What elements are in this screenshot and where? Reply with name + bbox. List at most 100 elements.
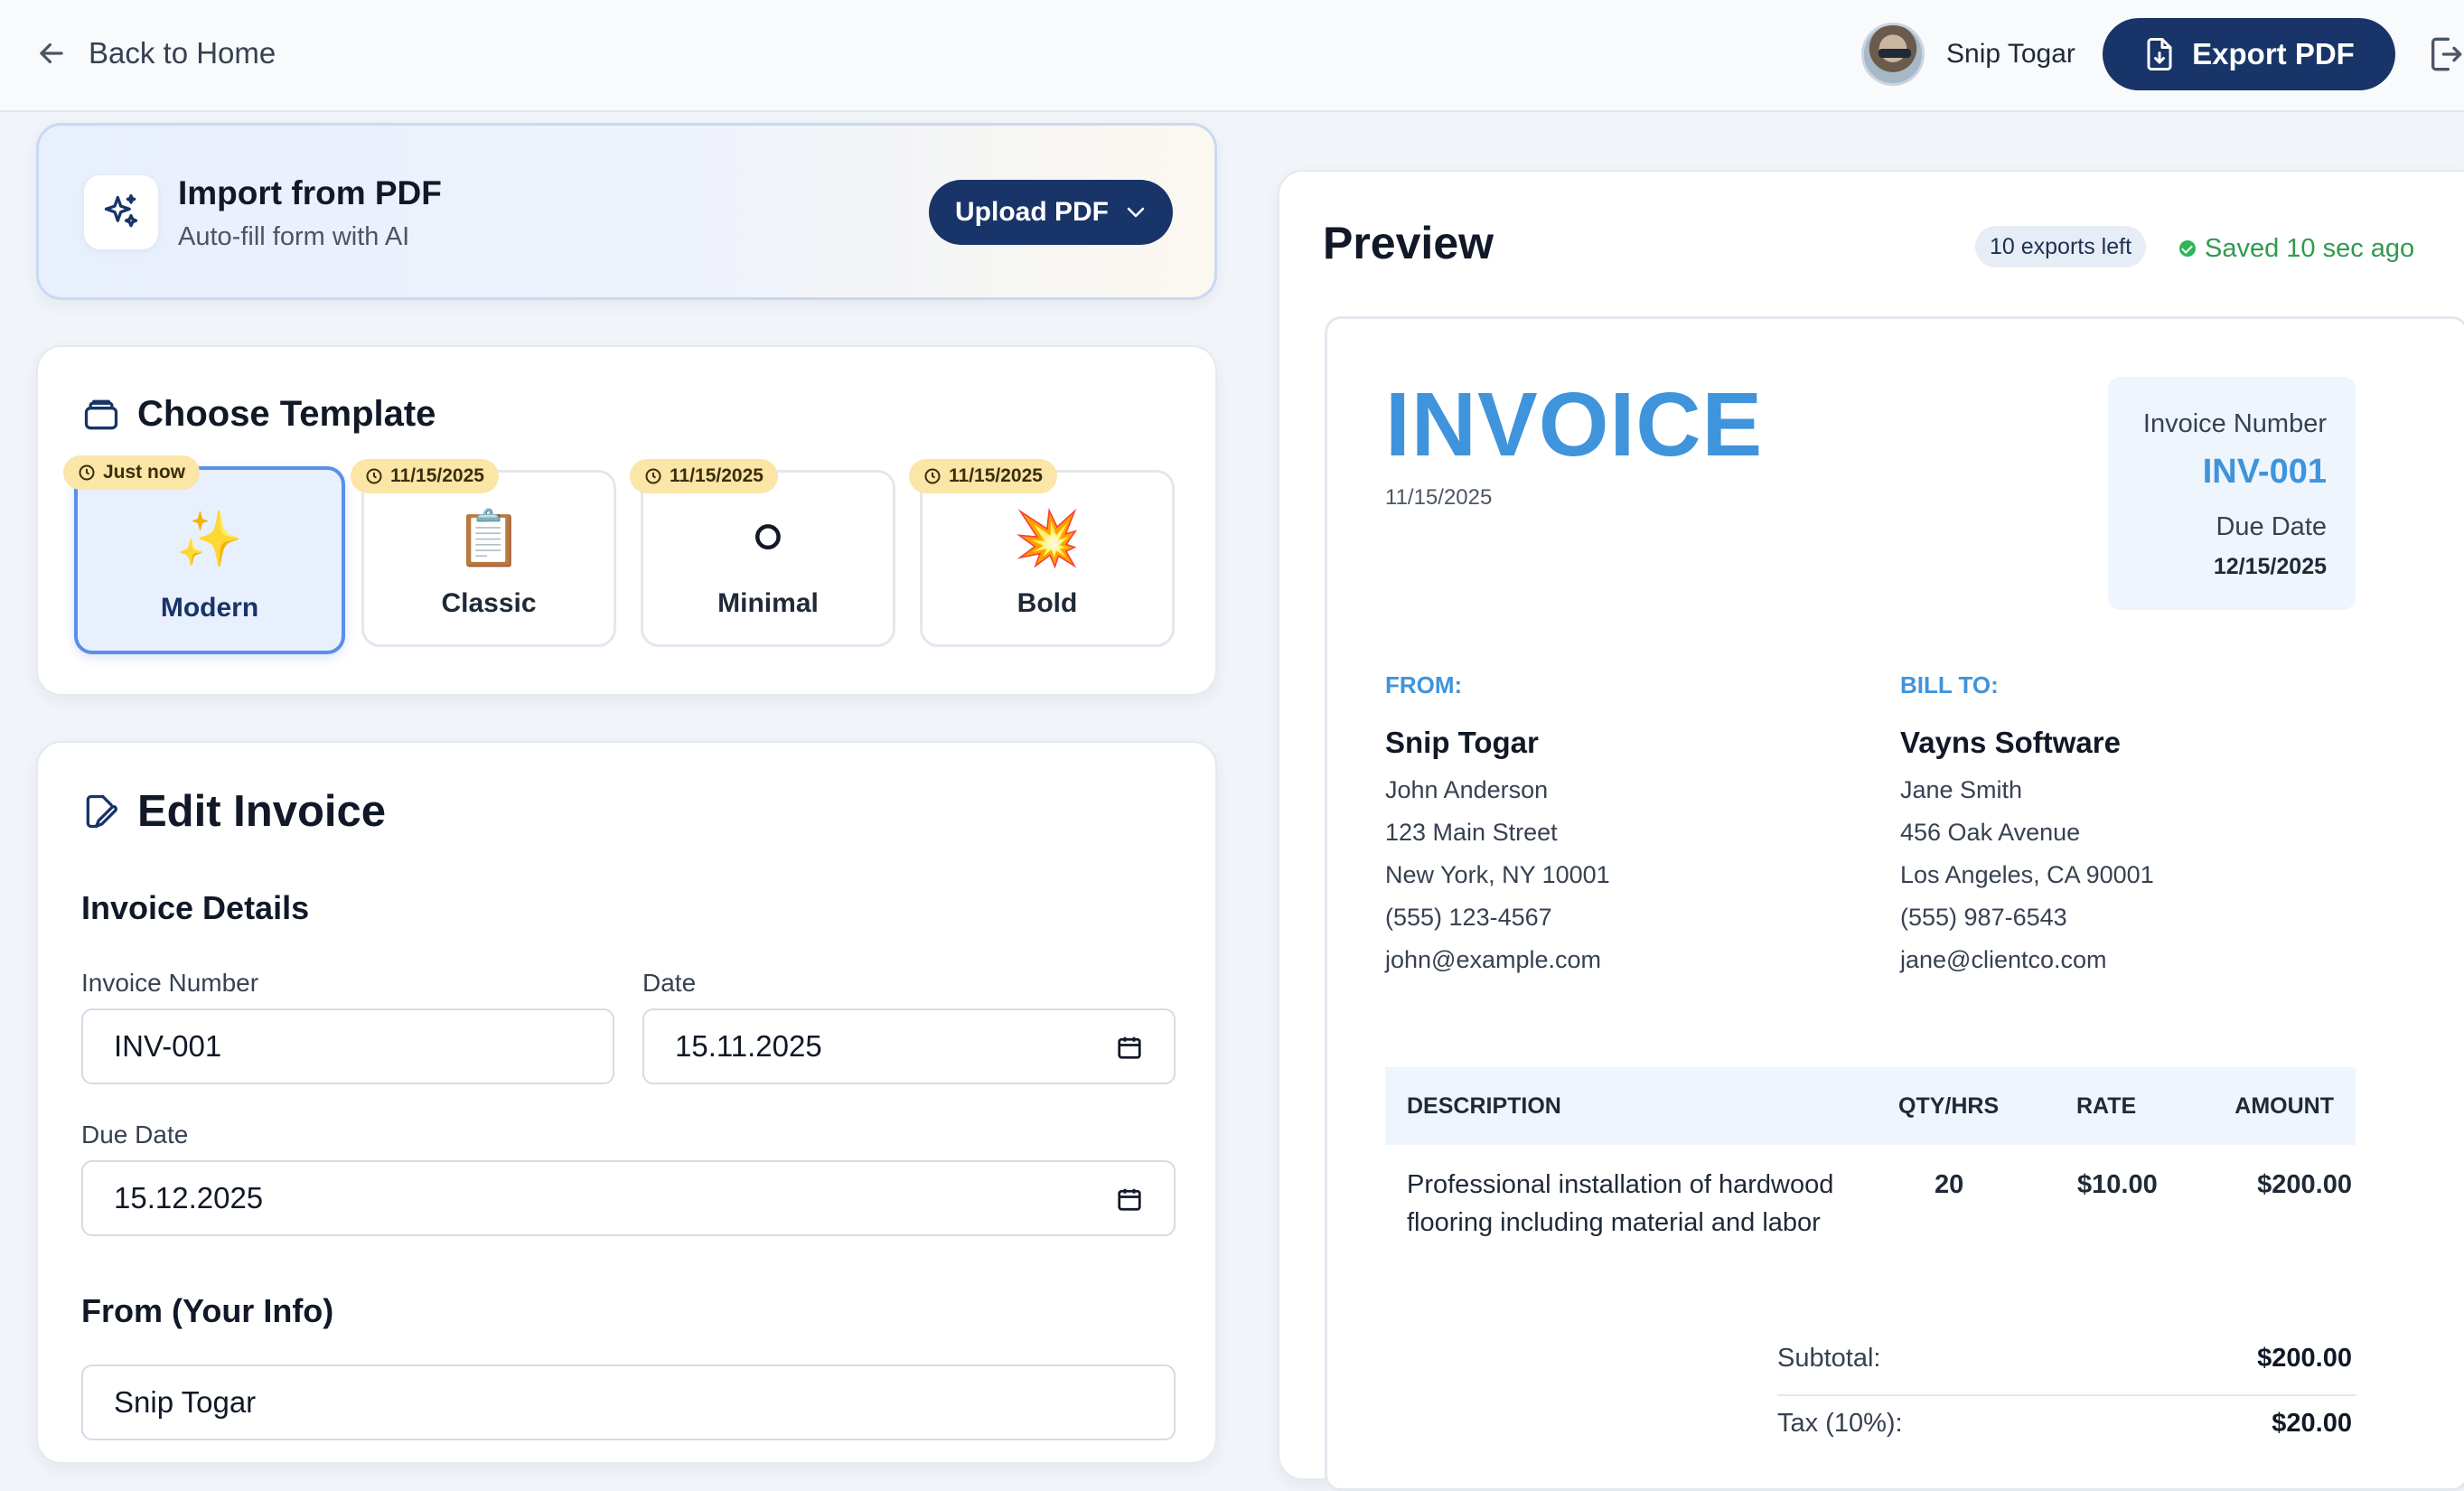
from-name-value: Snip Togar [114,1385,257,1419]
edit-document-icon [86,794,117,829]
back-to-home-link[interactable]: Back to Home [34,33,276,74]
clock-icon [645,468,661,484]
invoice-title: INVOICE [1385,374,1764,475]
template-label: Minimal [717,588,819,618]
from-line: john@example.com [1385,946,1602,973]
sparkles-icon [104,194,138,228]
check-circle-icon [2179,240,2196,257]
upload-pdf-label: Upload PDF [955,197,1109,227]
from-name-input[interactable]: Snip Togar [81,1364,1176,1440]
bill-to-line: jane@clientco.com [1900,946,2107,973]
from-your-info-heading: From (Your Info) [81,1292,334,1329]
exports-left-badge: 10 exports left [1975,226,2147,267]
due-date-input[interactable]: 15.12.2025 [81,1160,1176,1236]
chevron-down-icon [1127,207,1145,218]
template-option-minimal[interactable]: ⚪ Minimal [641,470,895,647]
export-pdf-button[interactable]: Export PDF [2103,18,2395,90]
subtotal-label: Subtotal: [1777,1344,1881,1373]
choose-template-title: Choose Template [137,394,436,434]
arrow-left-icon [40,42,63,64]
bill-to-line: (555) 987-6543 [1900,904,2067,931]
calendar-icon[interactable] [1116,1186,1143,1213]
row-amount: $200.00 [2257,1170,2352,1199]
invoice-date: 11/15/2025 [1385,485,1493,510]
from-line: John Anderson [1385,776,1549,803]
choose-template-header: Choose Template [81,394,436,435]
template-label: Bold [1017,588,1078,618]
invoice-number-label: Invoice Number [81,969,259,997]
template-badge: 11/15/2025 [351,459,499,493]
edit-invoice-header: Edit Invoice [81,786,386,837]
date-value: 15.11.2025 [675,1029,822,1063]
template-badge: 11/15/2025 [909,459,1057,493]
avatar[interactable] [1861,23,1925,86]
bill-to-line: 456 Oak Avenue [1900,819,2081,846]
saved-status: Saved 10 sec ago [2179,228,2414,269]
template-badge: 11/15/2025 [630,459,778,493]
from-line: 123 Main Street [1385,819,1558,846]
badge-text: Just now [103,462,186,483]
clock-icon [924,468,941,484]
date-input[interactable]: 15.11.2025 [642,1008,1176,1084]
back-to-home-label: Back to Home [89,36,276,70]
import-subtitle: Auto-fill form with AI [178,222,410,251]
template-label: Classic [441,588,537,618]
column-header-description: DESCRIPTION [1407,1093,1561,1119]
choose-template-card: Choose Template ✨ Modern 📋 Classic ⚪ Min… [36,345,1217,696]
invoice-number: INV-001 [2202,453,2327,491]
badge-text: 11/15/2025 [670,465,764,486]
logout-icon[interactable] [2427,34,2463,74]
invoice-details-heading: Invoice Details [81,889,310,926]
badge-text: 11/15/2025 [390,465,484,486]
bill-to-line: Los Angeles, CA 90001 [1900,861,2154,888]
calendar-icon[interactable] [1116,1034,1143,1061]
invoice-number-value: INV-001 [114,1029,222,1063]
from-block: FROM: Snip Togar John Anderson 123 Main … [1385,671,1610,973]
from-label: FROM: [1385,671,1463,699]
table-header: DESCRIPTION QTY/HRS RATE AMOUNT [1385,1067,2356,1145]
from-line: (555) 123-4567 [1385,904,1552,931]
top-bar: Back to Home Snip Togar Export PDF [0,0,2464,112]
collision-icon: 💥 [1013,508,1082,568]
from-company: Snip Togar [1385,726,1539,759]
template-option-bold[interactable]: 💥 Bold [920,470,1175,647]
row-description: Professional installation of hardwood [1407,1170,1834,1199]
import-from-pdf-card: Import from PDF Auto-fill form with AI U… [36,123,1217,300]
from-line: New York, NY 10001 [1385,861,1610,888]
invoice-number-input[interactable]: INV-001 [81,1008,614,1084]
row-qty: 20 [1935,1170,1964,1199]
bill-to-block: BILL TO: Vayns Software Jane Smith 456 O… [1900,671,2154,973]
import-title: Import from PDF [178,174,442,211]
due-date-label: Due Date [81,1121,189,1149]
date-label: Date [642,969,697,997]
subtotal-value: $200.00 [2257,1344,2352,1373]
bill-to-company: Vayns Software [1900,726,2121,759]
user-name: Snip Togar [1946,39,2075,69]
clock-icon [366,468,382,484]
row-description: flooring including material and labor [1407,1208,1821,1237]
column-header-rate: RATE [2076,1093,2137,1119]
saved-status-text: Saved 10 sec ago [2205,233,2415,263]
tax-label: Tax (10%): [1777,1409,1903,1438]
edit-invoice-card: Edit Invoice Invoice Details Invoice Num… [36,741,1217,1464]
row-rate: $10.00 [2077,1170,2158,1199]
template-option-classic[interactable]: 📋 Classic [361,470,616,647]
totals-divider [1777,1394,2356,1396]
tax-value: $20.00 [2272,1409,2352,1438]
clipboard-icon: 📋 [454,508,523,568]
ai-icon-box [84,175,158,249]
due-date-label: Due Date [2216,512,2327,541]
due-date-value: 15.12.2025 [114,1181,264,1214]
template-badge: Just now [63,455,201,490]
file-download-icon [2147,38,2172,70]
bill-to-label: BILL TO: [1900,671,1999,699]
invoice-number-label: Invoice Number [2142,409,2327,438]
layers-icon [84,399,118,429]
template-option-modern[interactable]: ✨ Modern [74,466,345,654]
upload-pdf-button[interactable]: Upload PDF [929,180,1173,245]
badge-text: 11/15/2025 [949,465,1043,486]
user-menu[interactable]: Snip Togar [1861,22,2075,87]
invoice-meta-box: Invoice Number INV-001 Due Date 12/15/20… [2108,377,2356,610]
template-label: Modern [160,593,259,623]
invoice-document: INVOICE 11/15/2025 Invoice Number INV-00… [1325,316,2464,1491]
